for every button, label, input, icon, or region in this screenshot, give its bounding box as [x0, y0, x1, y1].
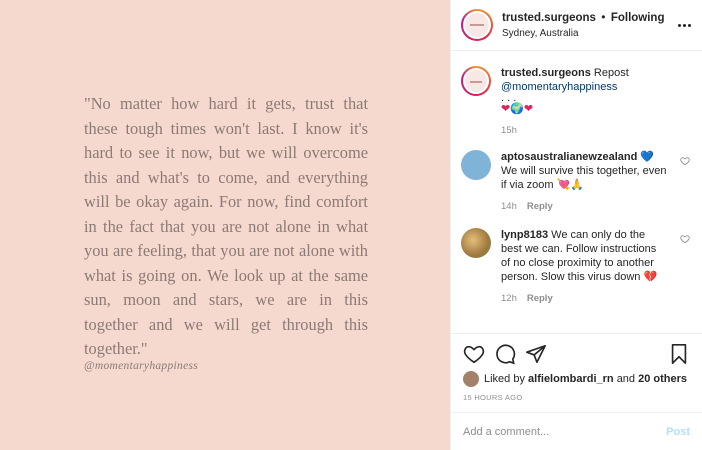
more-horizontal-icon[interactable]	[678, 18, 692, 32]
like-heart-icon[interactable]	[463, 343, 485, 365]
commenter-avatar[interactable]	[461, 150, 491, 180]
comment-bubble-icon[interactable]	[494, 343, 516, 365]
image-handle: @momentaryhappiness	[84, 360, 199, 372]
post-location[interactable]: Sydney, Australia	[502, 26, 664, 41]
post-header: trusted.surgeons • Following Sydney, Aus…	[451, 0, 702, 51]
broken-heart-emoji: 💔	[643, 270, 658, 283]
post-image[interactable]: "No matter how hard it gets, trust that …	[0, 0, 450, 450]
post-side-panel: trusted.surgeons • Following Sydney, Aus…	[450, 0, 702, 450]
blue-heart-emoji: 💙	[640, 150, 655, 163]
comment-emoji: 💘🙏	[556, 178, 585, 191]
likes-summary: Liked by alfielombardi_rn and 20 others	[463, 371, 690, 387]
liker-avatar[interactable]	[463, 371, 479, 387]
comment-row: aptosaustralianewzealand 💙 We will survi…	[461, 150, 692, 214]
likes-and: and	[616, 373, 636, 385]
comments-list: trusted.surgeons Repost @momentaryhappin…	[451, 52, 702, 332]
comment-input[interactable]	[463, 425, 667, 438]
reply-button[interactable]: Reply	[527, 292, 553, 306]
post-timestamp[interactable]: 15 HOURS AGO	[463, 393, 690, 402]
header-separator: •	[601, 9, 606, 24]
share-send-icon[interactable]	[525, 343, 547, 365]
like-comment-icon[interactable]	[680, 234, 690, 244]
add-comment-bar: Post	[451, 412, 702, 450]
caption-time[interactable]: 15h	[501, 124, 517, 138]
liker-username[interactable]: alfielombardi_rn	[528, 373, 614, 385]
quote-text: "No matter how hard it gets, trust that …	[84, 94, 368, 358]
caption-row: trusted.surgeons Repost @momentaryhappin…	[461, 66, 692, 138]
author-username[interactable]: trusted.surgeons	[502, 12, 596, 24]
comment-row: lynp8183 We can only do the best we can.…	[461, 228, 692, 306]
caption-username[interactable]: trusted.surgeons	[501, 67, 591, 79]
following-button[interactable]: Following	[611, 12, 665, 24]
comment-time[interactable]: 14h	[501, 200, 517, 214]
likes-prefix: Liked by	[484, 373, 525, 385]
caption-text: Repost	[593, 67, 629, 79]
comment-username[interactable]: lynp8183	[501, 229, 548, 241]
bookmark-icon[interactable]	[668, 343, 690, 365]
comment-time[interactable]: 12h	[501, 292, 517, 306]
author-avatar[interactable]	[461, 9, 493, 41]
post-comment-button[interactable]: Post	[666, 426, 690, 438]
caption-mention[interactable]: @momentaryhappiness	[501, 80, 667, 94]
caption-avatar[interactable]	[461, 66, 491, 96]
caption-emoji: ❤🌍❤	[501, 102, 534, 115]
caption-dots: . . .	[501, 92, 517, 104]
instagram-post-viewer: "No matter how hard it gets, trust that …	[0, 0, 702, 450]
like-comment-icon[interactable]	[680, 156, 690, 166]
comment-username[interactable]: aptosaustralianewzealand	[501, 151, 637, 163]
commenter-avatar[interactable]	[461, 228, 491, 258]
likes-others-link[interactable]: 20 others	[638, 373, 687, 385]
reply-button[interactable]: Reply	[527, 200, 553, 214]
